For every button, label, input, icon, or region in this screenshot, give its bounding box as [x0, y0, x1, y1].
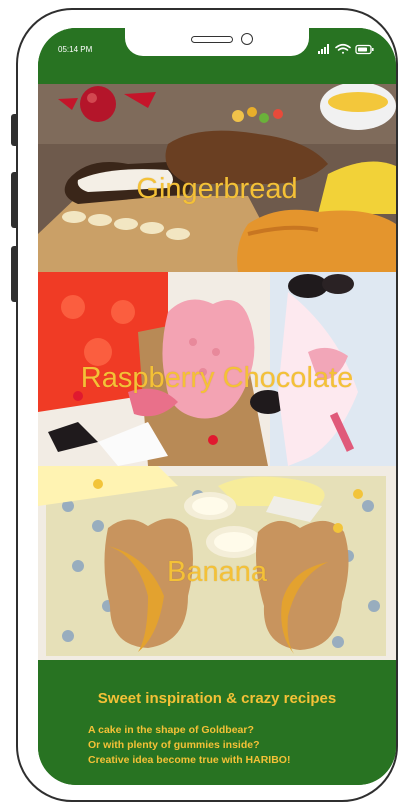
footer-title: Sweet inspiration & crazy recipes [97, 690, 337, 707]
recipe-card-gingerbread[interactable]: Gingerbread [38, 84, 396, 272]
battery-icon [355, 44, 374, 55]
phone-notch [125, 28, 309, 56]
signal-icon [318, 44, 329, 54]
recipe-title-banana: Banana [167, 556, 267, 588]
footer-section: Sweet inspiration & crazy recipes A cake… [38, 660, 396, 785]
wifi-icon [335, 43, 351, 54]
speaker-icon [191, 36, 233, 43]
recipe-card-raspberry-chocolate[interactable]: Raspberry Chocolate [38, 272, 396, 466]
footer-line: Or with plenty of gummies inside? [88, 739, 260, 751]
footer-description: A cake in the shape of Goldbear? Or with… [88, 723, 388, 768]
status-bar: 05:14 PM [38, 28, 396, 84]
footer-line: A cake in the shape of Goldbear? [88, 724, 254, 736]
camera-icon [241, 33, 253, 45]
recipe-title-raspberry-chocolate: Raspberry Chocolate [80, 362, 354, 394]
recipe-card-banana[interactable]: Banana [38, 466, 396, 660]
status-icons [318, 43, 374, 55]
footer-line: Creative idea become true with HARIBO! [88, 754, 291, 766]
status-time: 05:14 PM [58, 45, 93, 54]
app-screen: 05:14 PM Gingerbread Raspberry Chocolate… [38, 28, 396, 785]
recipe-title-gingerbread: Gingerbread [136, 173, 298, 205]
